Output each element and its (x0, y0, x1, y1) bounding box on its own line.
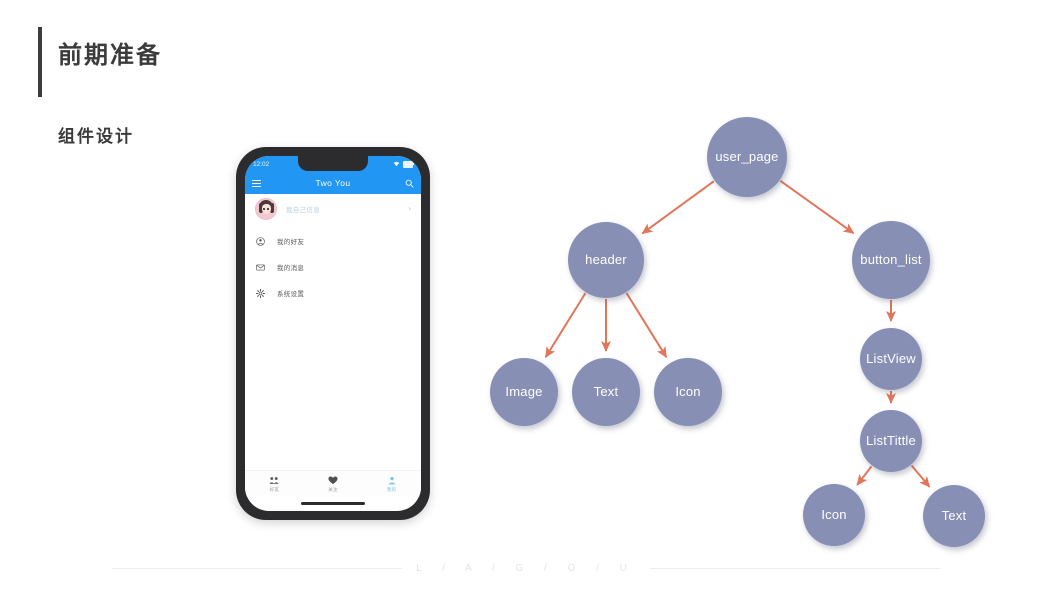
nav-item-mine[interactable]: 我的 (362, 476, 421, 493)
tree-edge-listtittle-to-text2 (910, 464, 931, 488)
tree-node-icon2: Icon (803, 484, 865, 546)
footer-line-left (112, 567, 403, 569)
bottom-navigation: 好友 关注 我的 (245, 470, 421, 497)
tree-node-listview: ListView (860, 328, 922, 390)
status-indicators (393, 160, 414, 168)
hamburger-menu-icon[interactable] (252, 179, 261, 187)
title-accent-bar (38, 27, 42, 97)
tree-node-label: button_list (860, 251, 922, 267)
heart-icon (328, 476, 338, 484)
nav-item-follow[interactable]: 关注 (304, 476, 363, 493)
battery-icon (403, 160, 414, 168)
person-icon (388, 476, 396, 484)
menu-item-label: 系统设置 (277, 291, 305, 298)
avatar (255, 198, 277, 220)
chevron-right-icon: › (408, 204, 411, 213)
wifi-icon (393, 161, 400, 167)
app-bar: Two You (245, 172, 421, 194)
drawer-menu-list: 我的好友 我的消息 系统设置 (245, 228, 421, 306)
gear-icon (256, 288, 265, 298)
profile-row[interactable]: 我自己信息 › (245, 194, 421, 224)
tree-node-user_page: user_page (707, 117, 787, 197)
group-icon (269, 476, 279, 484)
tree-node-label: Icon (675, 383, 701, 399)
tree-node-listtittle: ListTittle (860, 410, 922, 472)
menu-item-label: 我的好友 (277, 239, 305, 246)
menu-item-messages[interactable]: 我的消息 (245, 254, 421, 280)
tree-node-header: header (568, 222, 644, 298)
search-icon[interactable] (405, 179, 414, 188)
mail-icon (256, 264, 265, 270)
tree-node-label: header (585, 251, 627, 267)
home-indicator (301, 502, 365, 505)
tree-edge-listtittle-to-icon2 (856, 465, 873, 486)
tree-node-label: Text (593, 383, 619, 399)
tree-node-button_list: button_list (852, 221, 930, 299)
tree-node-label: Icon (821, 506, 847, 522)
tree-node-text1: Text (572, 358, 640, 426)
page-subtitle: 组件设计 (58, 127, 134, 146)
tree-node-label: Image (505, 383, 543, 399)
tree-node-image: Image (490, 358, 558, 426)
tree-node-label: Text (941, 507, 967, 523)
footer-line-right (649, 567, 940, 569)
profile-name: 我自己信息 (286, 207, 320, 214)
tree-node-label: user_page (715, 148, 779, 164)
tree-node-label: ListView (866, 350, 916, 366)
menu-item-settings[interactable]: 系统设置 (245, 280, 421, 306)
nav-item-label: 我的 (386, 486, 397, 492)
tree-edge-user_page-to-button_list (779, 180, 855, 235)
phone-screen: 12:02 Two You 我自己信息 › 我的好友 我的消息 系统设置 好友 … (245, 156, 421, 511)
slide-root: 前期准备 组件设计 12:02 Two You 我自己信息 › 我的好友 我的消… (0, 0, 1052, 597)
person-circle-icon (256, 236, 265, 246)
tree-edge-header-to-icon1 (625, 292, 668, 359)
menu-item-friends[interactable]: 我的好友 (245, 228, 421, 254)
tree-node-icon1: Icon (654, 358, 722, 426)
nav-item-label: 关注 (328, 486, 338, 492)
menu-item-label: 我的消息 (277, 265, 305, 272)
footer: L / A / G / O / U (0, 558, 1052, 578)
status-time: 12:02 (253, 160, 270, 168)
tree-node-text2: Text (923, 485, 985, 547)
page-title: 前期准备 (58, 42, 162, 69)
phone-mockup: 12:02 Two You 我自己信息 › 我的好友 我的消息 系统设置 好友 … (236, 147, 430, 520)
nav-item-friends[interactable]: 好友 (245, 476, 304, 493)
phone-notch (298, 156, 368, 171)
app-title: Two You (315, 178, 351, 188)
nav-item-label: 好友 (269, 486, 280, 492)
footer-brand: L / A / G / O / U (416, 562, 636, 574)
tree-edge-user_page-to-header (641, 180, 715, 235)
tree-node-label: ListTittle (866, 432, 916, 448)
tree-edge-header-to-image (544, 292, 587, 359)
